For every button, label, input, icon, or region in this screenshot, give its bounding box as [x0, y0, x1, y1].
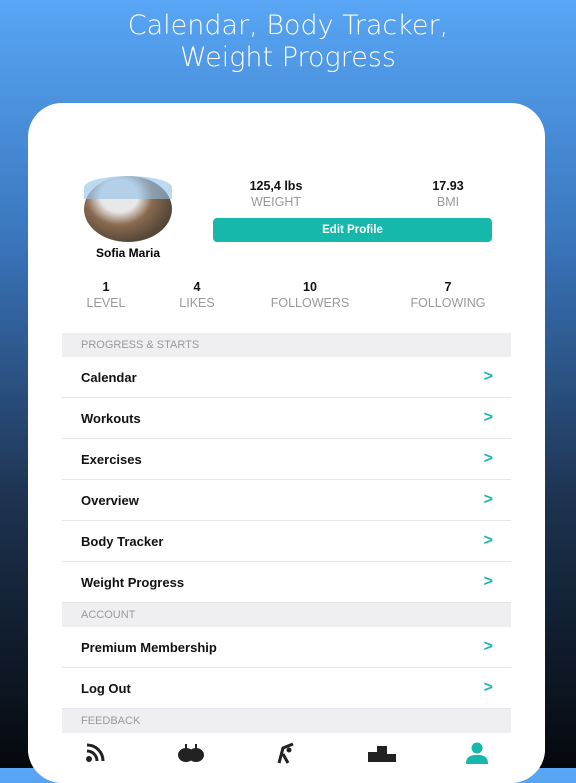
- list-item-label: Weight Progress: [81, 574, 185, 590]
- profile-card: Sofia Maria 125,4 lbs WEIGHT 17.93 BMI Edi…: [28, 103, 545, 783]
- stat-label: FOLLOWERS: [270, 296, 350, 310]
- stat-value: 4: [193, 280, 201, 294]
- headline-line-1: Calendar, Body Tracker,: [127, 10, 449, 41]
- chevron-right-icon: >: [483, 409, 493, 426]
- weight-stat: 125,4 lbs WEIGHT: [228, 179, 324, 209]
- tab-nutrition[interactable]: [171, 741, 211, 765]
- stat-value: 1: [102, 280, 110, 294]
- stat-value: 10: [303, 280, 317, 294]
- section-header-account: ACCOUNT: [62, 603, 511, 627]
- weight-label: WEIGHT: [251, 195, 301, 209]
- list-item-label: Overview: [81, 492, 139, 508]
- user-name: Sofia Maria: [95, 246, 161, 260]
- stat-label: LEVEL: [86, 296, 126, 310]
- list-item-label: Log Out: [81, 680, 131, 696]
- list-item-label: Workouts: [81, 410, 141, 426]
- stat-likes[interactable]: 4 LIKES: [167, 280, 227, 310]
- tab-profile[interactable]: [457, 741, 497, 765]
- bmi-label: BMI: [436, 195, 460, 209]
- chevron-right-icon: >: [483, 573, 493, 590]
- headline-line-2: Weight Progress: [180, 42, 396, 73]
- list-item-exercises[interactable]: Exercises >: [62, 439, 511, 480]
- list-item-weight-progress[interactable]: Weight Progress >: [62, 562, 511, 603]
- profile-icon: [466, 742, 489, 764]
- stretching-icon: [278, 742, 295, 764]
- tab-exercises[interactable]: [266, 741, 306, 765]
- chevron-right-icon: >: [483, 532, 493, 549]
- stat-level: 1 LEVEL: [76, 280, 136, 310]
- stat-label: FOLLOWING: [410, 296, 486, 310]
- list-item-label: Exercises: [81, 451, 142, 467]
- list-item-label: Premium Membership: [81, 639, 217, 655]
- stat-followers[interactable]: 10 FOLLOWERS: [260, 280, 360, 310]
- tab-leaderboard[interactable]: [362, 741, 402, 765]
- leaderboard-podium-icon: [367, 746, 396, 762]
- section-header-feedback: FEEDBACK: [62, 709, 511, 733]
- list-item-premium-membership[interactable]: Premium Membership >: [62, 627, 511, 668]
- list-item-overview[interactable]: Overview >: [62, 480, 511, 521]
- chevron-right-icon: >: [483, 368, 493, 385]
- list-item-label: Body Tracker: [81, 533, 164, 549]
- bmi-stat: 17.93 BMI: [408, 179, 488, 209]
- tab-bar: [28, 733, 545, 773]
- chevron-right-icon: >: [483, 450, 493, 467]
- list-item-calendar[interactable]: Calendar >: [62, 357, 511, 398]
- headline: Calendar, Body Tracker, Weight Progress: [0, 10, 576, 74]
- stat-following[interactable]: 7 FOLLOWING: [398, 280, 498, 310]
- tab-feed[interactable]: [76, 741, 116, 765]
- list-item-log-out[interactable]: Log Out >: [62, 668, 511, 709]
- section-header-progress: PROGRESS & STARTS: [62, 333, 511, 357]
- chevron-right-icon: >: [483, 491, 493, 508]
- list-item-body-tracker[interactable]: Body Tracker >: [62, 521, 511, 562]
- weight-value: 125,4 lbs: [249, 179, 303, 193]
- nutrition-apple-icon: [178, 744, 205, 762]
- edit-profile-button[interactable]: Edit Profile: [213, 218, 492, 242]
- stat-value: 7: [444, 280, 452, 294]
- bmi-value: 17.93: [432, 179, 464, 193]
- chevron-right-icon: >: [483, 638, 493, 655]
- feed-icon: [85, 743, 105, 762]
- list-item-label: Calendar: [81, 369, 137, 385]
- settings-list: PROGRESS & STARTS Calendar > Workouts > Exer…: [62, 333, 511, 733]
- stat-label: LIKES: [179, 296, 215, 310]
- avatar[interactable]: [84, 176, 172, 242]
- list-item-workouts[interactable]: Workouts >: [62, 398, 511, 439]
- chevron-right-icon: >: [483, 679, 493, 696]
